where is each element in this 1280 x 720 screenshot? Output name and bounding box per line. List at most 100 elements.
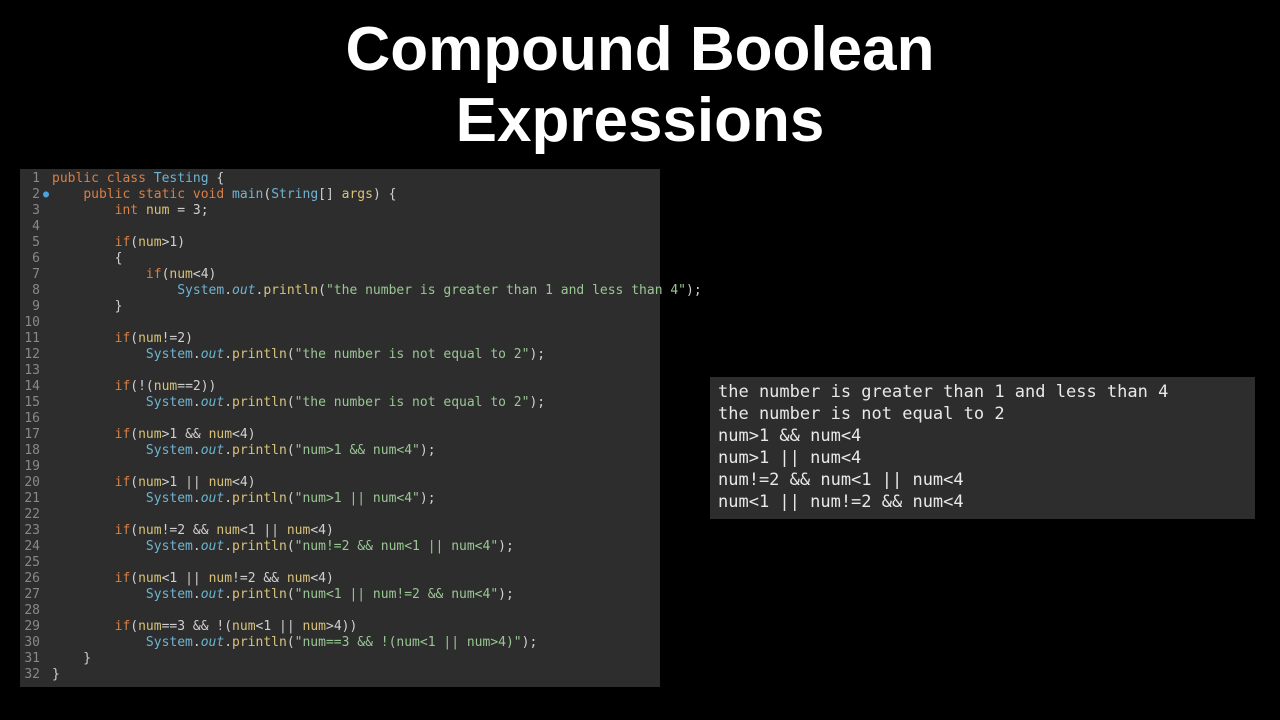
breakpoint-gutter [42, 251, 50, 267]
code-line: 17 if(num>1 && num<4) [20, 427, 660, 443]
code-line: 21 System.out.println("num>1 || num<4"); [20, 491, 660, 507]
code-text: System.out.println("the number is not eq… [50, 347, 545, 363]
code-line: 10 [20, 315, 660, 331]
breakpoint-gutter [42, 619, 50, 635]
code-text [50, 507, 52, 523]
breakpoint-gutter [42, 459, 50, 475]
output-line: num!=2 && num<1 || num<4 [718, 469, 1247, 491]
line-number: 29 [20, 619, 42, 635]
line-number: 15 [20, 395, 42, 411]
code-text: public static void main(String[] args) { [50, 187, 396, 203]
code-line: 32} [20, 667, 660, 683]
code-text [50, 603, 52, 619]
line-number: 27 [20, 587, 42, 603]
code-line: 18 System.out.println("num>1 && num<4"); [20, 443, 660, 459]
code-text: System.out.println("the number is greate… [50, 283, 702, 299]
line-number: 19 [20, 459, 42, 475]
code-text: if(num!=2 && num<1 || num<4) [50, 523, 334, 539]
breakpoint-gutter [42, 667, 50, 683]
breakpoint-gutter [42, 235, 50, 251]
line-number: 32 [20, 667, 42, 683]
line-number: 11 [20, 331, 42, 347]
breakpoint-gutter [42, 347, 50, 363]
breakpoint-gutter [42, 283, 50, 299]
line-number: 28 [20, 603, 42, 619]
code-line: 5 if(num>1) [20, 235, 660, 251]
breakpoint-gutter [42, 491, 50, 507]
code-line: 25 [20, 555, 660, 571]
code-text [50, 219, 52, 235]
code-line: 20 if(num>1 || num<4) [20, 475, 660, 491]
code-line: 1public class Testing { [20, 171, 660, 187]
code-text: public class Testing { [50, 171, 224, 187]
code-line: 6 { [20, 251, 660, 267]
code-line: 22 [20, 507, 660, 523]
line-number: 9 [20, 299, 42, 315]
code-text: if(num<1 || num!=2 && num<4) [50, 571, 334, 587]
line-number: 16 [20, 411, 42, 427]
line-number: 26 [20, 571, 42, 587]
breakpoint-gutter [42, 555, 50, 571]
code-text: System.out.println("the number is not eq… [50, 395, 545, 411]
line-number: 10 [20, 315, 42, 331]
breakpoint-gutter [42, 475, 50, 491]
slide-title: Compound Boolean Expressions [0, 0, 1280, 169]
code-text [50, 459, 52, 475]
breakpoint-gutter [42, 571, 50, 587]
code-line: 3 int num = 3; [20, 203, 660, 219]
line-number: 21 [20, 491, 42, 507]
code-line: 13 [20, 363, 660, 379]
breakpoint-gutter [42, 203, 50, 219]
line-number: 22 [20, 507, 42, 523]
code-line: 4 [20, 219, 660, 235]
output-line: num>1 && num<4 [718, 425, 1247, 447]
breakpoint-gutter [42, 523, 50, 539]
breakpoint-gutter [42, 395, 50, 411]
code-text: } [50, 651, 91, 667]
line-number: 25 [20, 555, 42, 571]
breakpoint-gutter [42, 219, 50, 235]
title-line-2: Expressions [0, 85, 1280, 156]
line-number: 4 [20, 219, 42, 235]
code-text [50, 315, 52, 331]
code-line: 7 if(num<4) [20, 267, 660, 283]
code-text: System.out.println("num>1 || num<4"); [50, 491, 436, 507]
code-text [50, 411, 52, 427]
breakpoint-gutter [42, 651, 50, 667]
line-number: 23 [20, 523, 42, 539]
breakpoint-gutter [42, 315, 50, 331]
code-line: 14 if(!(num==2)) [20, 379, 660, 395]
code-line: 2● public static void main(String[] args… [20, 187, 660, 203]
code-text [50, 363, 52, 379]
code-text [50, 555, 52, 571]
output-line: the number is not equal to 2 [718, 403, 1247, 425]
code-text: if(num<4) [50, 267, 216, 283]
line-number: 12 [20, 347, 42, 363]
title-line-1: Compound Boolean [0, 14, 1280, 85]
code-text: if(!(num==2)) [50, 379, 216, 395]
breakpoint-gutter: ● [42, 187, 50, 203]
line-number: 8 [20, 283, 42, 299]
line-number: 31 [20, 651, 42, 667]
line-number: 24 [20, 539, 42, 555]
output-line: the number is greater than 1 and less th… [718, 381, 1247, 403]
code-line: 11 if(num!=2) [20, 331, 660, 347]
code-line: 16 [20, 411, 660, 427]
code-line: 8 System.out.println("the number is grea… [20, 283, 660, 299]
code-editor: 1public class Testing {2● public static … [20, 169, 660, 687]
breakpoint-gutter [42, 331, 50, 347]
output-line: num<1 || num!=2 && num<4 [718, 491, 1247, 513]
line-number: 6 [20, 251, 42, 267]
code-text: if(num>1 || num<4) [50, 475, 256, 491]
breakpoint-gutter [42, 587, 50, 603]
code-line: 12 System.out.println("the number is not… [20, 347, 660, 363]
code-line: 31 } [20, 651, 660, 667]
code-line: 24 System.out.println("num!=2 && num<1 |… [20, 539, 660, 555]
line-number: 7 [20, 267, 42, 283]
code-text: } [50, 299, 122, 315]
breakpoint-gutter [42, 603, 50, 619]
code-text: if(num>1 && num<4) [50, 427, 256, 443]
code-line: 9 } [20, 299, 660, 315]
line-number: 2 [20, 187, 42, 203]
code-text: System.out.println("num!=2 && num<1 || n… [50, 539, 514, 555]
